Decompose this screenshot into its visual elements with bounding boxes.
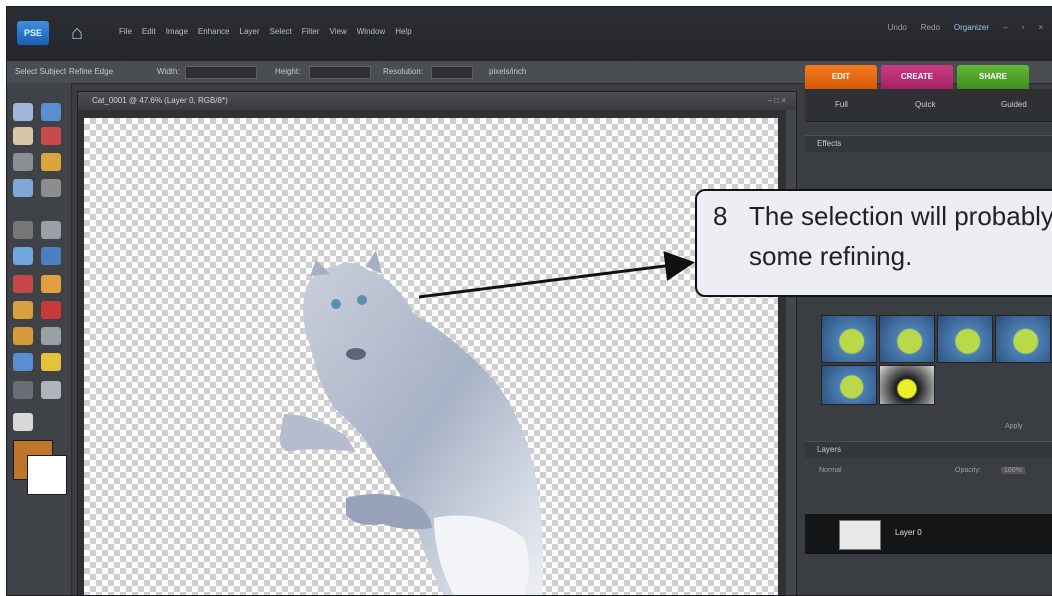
app-window: PSE ⌂ File Edit Image Enhance Layer Sele… <box>6 6 1052 596</box>
callout-arrow <box>418 251 695 299</box>
instruction-callout: 8 The selection will probably need some … <box>695 189 1052 297</box>
callout-line-2: some refining. <box>749 241 913 271</box>
callout-line-1: The selection will probably need <box>749 201 1052 231</box>
step-number: 8 <box>713 201 728 231</box>
